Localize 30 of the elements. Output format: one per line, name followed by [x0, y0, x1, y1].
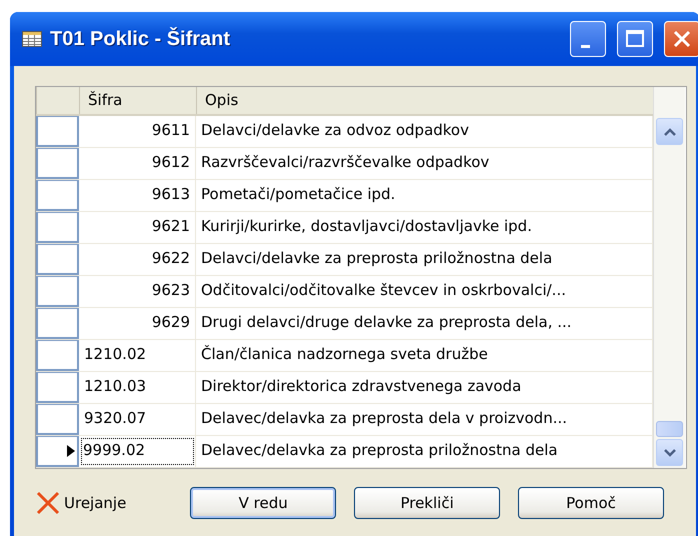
- maximize-icon: [625, 29, 645, 49]
- table-cell: 9612: [79, 148, 196, 179]
- table-cell: 9622: [79, 244, 196, 275]
- table-cell: 9613: [79, 180, 196, 211]
- table-cell: 1210.02: [79, 340, 196, 371]
- scrollbar-thumb[interactable]: [656, 421, 683, 437]
- row-selector[interactable]: [36, 436, 79, 467]
- minimize-button[interactable]: [570, 21, 606, 57]
- window-title: T01 Poklic - Šifrant: [50, 28, 232, 50]
- scroll-down-button[interactable]: [656, 439, 683, 466]
- current-row-icon: [67, 445, 75, 457]
- dialog-button[interactable]: Prekliči: [354, 487, 500, 519]
- table-cell: 9629: [79, 308, 196, 339]
- table-cell: 9320.07: [79, 404, 196, 435]
- table-icon: [22, 31, 42, 47]
- close-icon: [672, 29, 692, 49]
- dialog-button[interactable]: V redu: [190, 487, 336, 519]
- maximize-button[interactable]: [617, 21, 653, 57]
- close-button[interactable]: [664, 21, 698, 57]
- table-cell: 1210.03: [79, 372, 196, 403]
- table-cell: 9999.02: [79, 436, 196, 467]
- table-cell: 9623: [79, 276, 196, 307]
- dialog-button[interactable]: Pomoč: [518, 487, 664, 519]
- minimize-icon: [580, 44, 590, 48]
- table-cell: 9611: [79, 116, 196, 147]
- cross-icon: [35, 490, 61, 516]
- table-cell: 9621: [79, 212, 196, 243]
- column-header[interactable]: Šifra: [79, 87, 196, 114]
- edit-mode-label: Urejanje: [64, 494, 126, 512]
- scroll-up-button[interactable]: [656, 118, 683, 145]
